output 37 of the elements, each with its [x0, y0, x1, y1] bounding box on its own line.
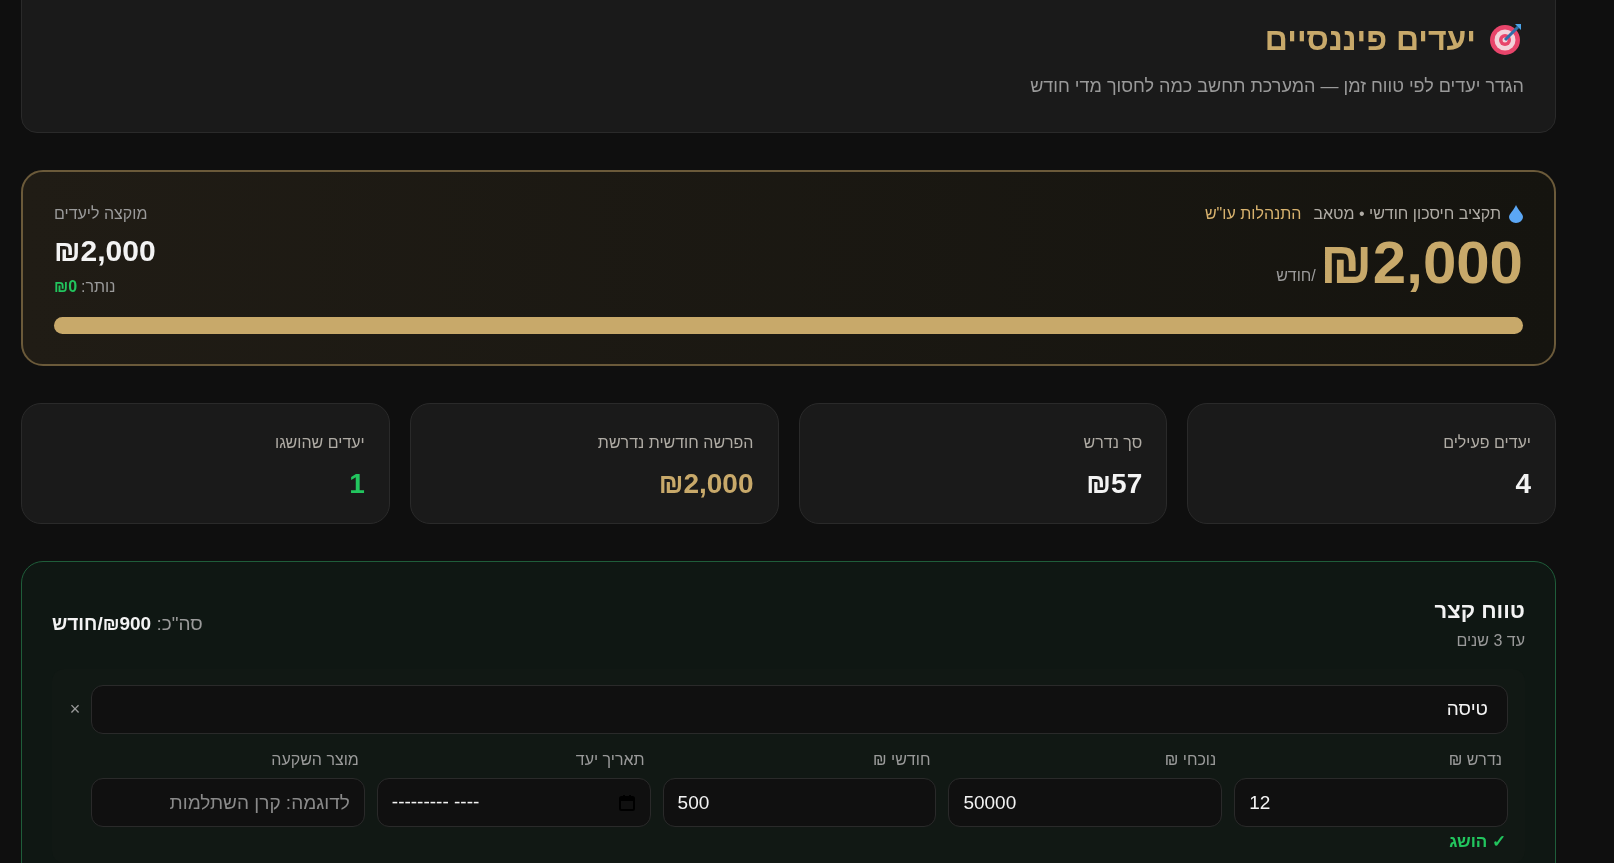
- goal-name-field[interactable]: טיסה: [91, 685, 1508, 734]
- page-subtitle: הגדר יעדים לפי טווח זמן — המערכת תחשב כמה לחסוך מדי חודש: [1029, 75, 1524, 98]
- input-field[interactable]: 500: [662, 778, 937, 827]
- field-label: חודשי ₪: [872, 750, 932, 770]
- field-label: נוכחי ₪: [1163, 750, 1218, 770]
- stat-label: יעדים שהושגו: [274, 433, 365, 453]
- budget-label: תקציב חיסכון חודשי • מטאב: [1313, 204, 1501, 224]
- stat-value: 4: [1514, 467, 1531, 501]
- remaining-label: נותר:: [81, 277, 116, 297]
- stat-value: ₪57: [1085, 467, 1143, 501]
- unit-label: /חודש: [1276, 266, 1316, 286]
- budget-link[interactable]: התנהלות עו"ש: [1204, 202, 1302, 226]
- stat-value: 1: [348, 467, 365, 501]
- stat-label: סך נדרש: [1082, 433, 1143, 453]
- section-subtitle: עד 3 שנים: [1455, 631, 1525, 651]
- page-title: יעדים פיננסיים: [1264, 20, 1476, 59]
- stat-label: הפרשה חודשית נדרשת: [596, 433, 754, 453]
- field-label: תאריך יעד: [574, 750, 646, 770]
- droplet-icon: [1509, 205, 1523, 223]
- field-label: נדרש ₪: [1447, 750, 1503, 770]
- allocated-label: מוקצה ליעדים: [54, 204, 148, 224]
- achieved-status: ✓ הושג: [1448, 833, 1507, 851]
- date-value: --------- ----: [391, 790, 480, 815]
- section-total: סה"כ: ₪900/חודש: [52, 612, 203, 636]
- remove-button[interactable]: ×: [69, 696, 81, 723]
- stat-value: ₪2,000: [657, 467, 754, 501]
- field-label: מוצר השקעה: [270, 750, 360, 770]
- stat-label: יעדים פעילים: [1442, 433, 1531, 453]
- section-title: טווח קצר: [1434, 597, 1525, 625]
- target-icon: [1488, 21, 1524, 57]
- input-field[interactable]: לדוגמה: קרן השתלמות: [91, 778, 365, 827]
- input-field[interactable]: 50000: [948, 778, 1223, 827]
- date-field[interactable]: --------- ----: [376, 778, 651, 827]
- input-field[interactable]: 12: [1234, 778, 1508, 827]
- budget-amount: ₪2,000: [1319, 230, 1523, 296]
- remaining-amount: ₪0: [54, 277, 78, 297]
- allocated-amount: ₪2,000: [54, 233, 156, 269]
